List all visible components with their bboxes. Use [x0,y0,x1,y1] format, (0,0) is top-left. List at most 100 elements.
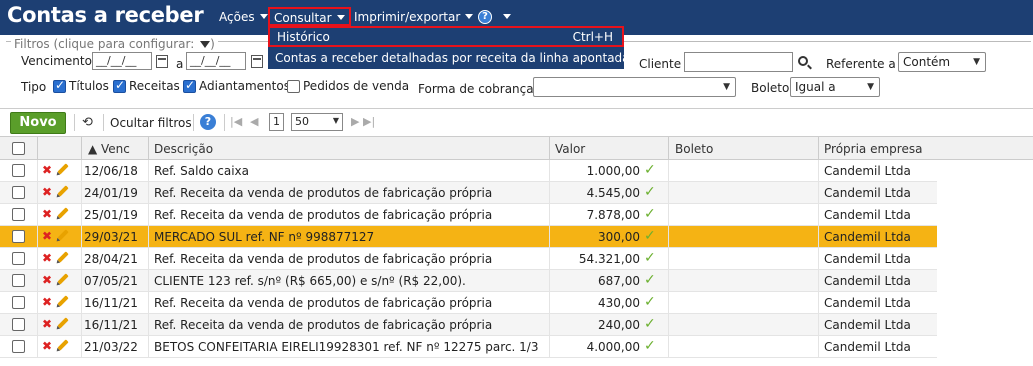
receitas-checkbox[interactable] [113,78,126,93]
menu-item-historico[interactable]: Histórico Ctrl+H [268,26,624,47]
column-header-empresa[interactable]: Própria empresa [824,142,922,156]
vencimento-to-field[interactable]: __/__/__ [186,52,246,70]
cell-venc: 21/03/22 [84,340,138,354]
boleto-select[interactable]: Igual a ▼ [790,77,880,97]
edit-pencil-icon[interactable] [57,295,69,307]
cell-venc: 07/05/21 [84,274,138,288]
column-header-valor[interactable]: Valor [555,142,585,156]
menu-consultar[interactable]: Consultar [268,7,351,26]
delete-icon[interactable]: ✖ [42,317,52,331]
check-icon: ✓ [644,206,656,222]
cell-descricao: Ref. Receita da venda de produtos de fab… [154,252,493,266]
menu-acoes[interactable]: Ações [219,10,268,24]
table-row[interactable]: ✖ 16/11/21 Ref. Receita da venda de produt… [0,292,937,314]
column-divider [549,160,550,358]
search-icon[interactable] [798,56,808,66]
edit-pencil-icon[interactable] [57,229,69,241]
delete-icon[interactable]: ✖ [42,251,52,265]
calendar-icon[interactable] [156,55,168,68]
delete-icon[interactable]: ✖ [42,229,52,243]
referente-select[interactable]: Contém ▼ [898,52,986,72]
ocultar-filtros-button[interactable]: Ocultar filtros [110,116,192,130]
cell-venc: 25/01/19 [84,208,138,222]
row-checkbox[interactable] [12,208,25,221]
select-all-checkbox[interactable] [12,142,25,155]
column-header-boleto[interactable]: Boleto [675,142,713,156]
edit-pencil-icon[interactable] [57,339,69,351]
row-checkbox[interactable] [12,274,25,287]
row-checkbox[interactable] [12,186,25,199]
last-page-icon[interactable]: ▶| [363,115,375,128]
page-size-select[interactable]: 50 ▼ [291,113,343,131]
cell-valor: 1.000,00 [586,164,640,178]
table-row[interactable]: ✖ 12/06/18 Ref. Saldo caixa 1.000,00 ✓ Candem… [0,160,937,182]
chevron-down-icon [465,14,474,19]
table-row[interactable]: ✖ 28/04/21 Ref. Receita da venda de produt… [0,248,937,270]
table-row[interactable]: ✖ 16/11/21 Ref. Receita da venda de produt… [0,314,937,336]
row-checkbox[interactable] [12,230,25,243]
historico-shortcut: Ctrl+H [572,30,613,44]
row-checkbox[interactable] [12,164,25,177]
cell-empresa: Candemil Ltda [824,164,911,178]
page-number-input[interactable]: 1 [269,113,284,131]
funnel-icon[interactable] [200,41,211,48]
toolbar-divider [103,114,104,131]
first-page-icon[interactable]: |◀ [230,115,242,128]
edit-pencil-icon[interactable] [57,185,69,197]
column-divider [148,160,149,358]
chevron-down-icon[interactable] [503,14,511,19]
column-divider [37,160,38,358]
help-icon[interactable]: ? [478,10,492,24]
delete-icon[interactable]: ✖ [42,339,52,353]
cliente-label: Cliente [639,57,682,71]
table-row[interactable]: ✖ 07/05/21 CLIENTE 123 ref. s/nº (R$ 665,0… [0,270,937,292]
delete-icon[interactable]: ✖ [42,185,52,199]
novo-button[interactable]: Novo [10,112,66,134]
referente-label: Referente a [826,57,896,71]
column-divider [668,137,669,161]
adiantamentos-label: Adiantamentos [199,79,290,93]
row-checkbox[interactable] [12,296,25,309]
delete-icon[interactable]: ✖ [42,273,52,287]
menu-imprimir-exportar[interactable]: Imprimir/exportar [354,10,474,24]
edit-pencil-icon[interactable] [57,163,69,175]
adiantamentos-checkbox[interactable] [183,78,196,93]
sort-asc-icon[interactable]: ▲ [88,142,97,156]
help-icon[interactable]: ? [200,114,216,130]
prev-page-icon[interactable]: ◀ [250,115,258,128]
cell-empresa: Candemil Ltda [824,274,911,288]
cell-venc: 29/03/21 [84,230,138,244]
delete-icon[interactable]: ✖ [42,163,52,177]
refresh-icon[interactable]: ⟲ [82,115,93,130]
check-icon: ✓ [644,272,656,288]
filters-legend[interactable]: Filtros (clique para configurar: ) [11,37,218,51]
table-row[interactable]: ✖ 29/03/21 MERCADO SUL ref. NF nº 99887712… [0,226,937,248]
forma-cobranca-select[interactable]: ▼ [533,77,736,97]
next-page-icon[interactable]: ▶ [351,115,359,128]
row-checkbox[interactable] [12,252,25,265]
table-row[interactable]: ✖ 25/01/19 Ref. Receita da venda de produt… [0,204,937,226]
menu-item-detalhadas[interactable]: Contas a receber detalhadas por receita … [275,51,630,65]
table-row[interactable]: ✖ 24/01/19 Ref. Receita da venda de produt… [0,182,937,204]
cliente-input[interactable] [684,52,793,72]
column-header-venc[interactable]: Venc [101,142,130,156]
row-checkbox[interactable] [12,340,25,353]
vencimento-from-field[interactable]: __/__/__ [92,52,152,70]
row-checkbox[interactable] [12,318,25,331]
cell-valor: 240,00 [598,318,640,332]
calendar-icon[interactable] [251,55,263,68]
toolbar-divider [193,114,194,131]
delete-icon[interactable]: ✖ [42,295,52,309]
column-header-descricao[interactable]: Descrição [154,142,213,156]
edit-pencil-icon[interactable] [57,317,69,329]
delete-icon[interactable]: ✖ [42,207,52,221]
pedidos-checkbox[interactable] [287,80,300,93]
table-row[interactable]: ✖ 21/03/22 BETOS CONFEITARIA EIRELI1992830… [0,336,937,358]
edit-pencil-icon[interactable] [57,251,69,263]
cell-descricao: CLIENTE 123 ref. s/nº (R$ 665,00) e s/nº… [154,274,466,288]
edit-pencil-icon[interactable] [57,207,69,219]
titulos-checkbox[interactable] [53,78,66,93]
cell-venc: 16/11/21 [84,296,138,310]
check-icon: ✓ [644,294,656,310]
edit-pencil-icon[interactable] [57,273,69,285]
